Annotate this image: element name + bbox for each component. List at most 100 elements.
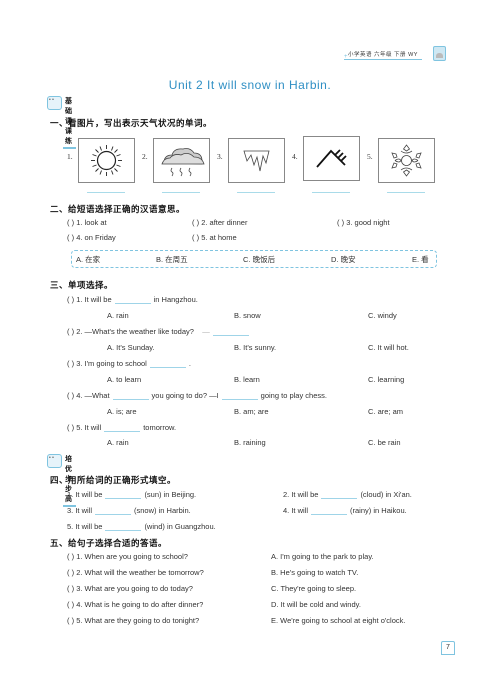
blank[interactable] <box>105 490 142 499</box>
choice: C. learning <box>368 375 405 384</box>
picture-4 <box>303 136 360 181</box>
question: ( ) 5. It will tomorrow. <box>67 423 176 432</box>
picture-1 <box>78 138 135 183</box>
option: C. 晚饭后 <box>243 255 276 264</box>
phrase-text: 4. on Friday <box>76 233 116 242</box>
match-answer: E. We're going to school at eight o'cloc… <box>271 616 406 625</box>
fill-item: 4. It will (rainy) in Haikou. <box>283 506 407 515</box>
choice: C. be rain <box>368 438 401 447</box>
question-text: 1. When are you going to school? <box>76 552 188 561</box>
question-text: 5. It will <box>76 423 102 432</box>
choice: A. rain <box>107 438 129 447</box>
options-box: A. 在家 B. 在周五 C. 晚饭后 D. 晚安 E. 看 <box>71 250 437 268</box>
match-answer: B. He's going to watch TV. <box>271 568 359 577</box>
phrase-item: ( ) 1. look at <box>67 218 107 227</box>
answer-line[interactable] <box>387 192 425 193</box>
picture-5 <box>378 138 435 183</box>
blank[interactable] <box>112 391 149 400</box>
blank[interactable] <box>95 506 132 515</box>
phrase-text: 1. look at <box>76 218 107 227</box>
question-text: 4. What is he going to do after dinner? <box>76 600 204 609</box>
answer-paren[interactable]: ( ) <box>67 359 74 368</box>
phrase-text: 5. at home <box>201 233 237 242</box>
answer-paren[interactable]: ( ) <box>337 218 344 227</box>
choice: C. windy <box>368 311 397 320</box>
answer-line[interactable] <box>162 192 200 193</box>
choice: A. is; are <box>107 407 137 416</box>
fill-text: 5. It will be <box>67 522 103 531</box>
answer-paren[interactable]: ( ) <box>67 568 74 577</box>
choice: A. It's Sunday. <box>107 343 155 352</box>
fill-item: 3. It will (snow) in Harbin. <box>67 506 191 515</box>
answer-paren[interactable]: ( ) <box>67 295 74 304</box>
question-text: 5. What are they going to do tonight? <box>76 616 200 625</box>
answer-paren[interactable]: ( ) <box>67 616 74 625</box>
fill-text: 4. It will <box>283 506 309 515</box>
choice: C. It will hot. <box>368 343 409 352</box>
wind-icon <box>316 149 347 168</box>
section5-title: 五、给句子选择合适的答语。 <box>50 538 168 548</box>
page-number: 7 <box>441 641 455 655</box>
phrase-item: ( ) 4. on Friday <box>67 233 116 242</box>
choice: B. It's sunny. <box>234 343 277 352</box>
choice: B. snow <box>234 311 261 320</box>
option: B. 在周五 <box>156 255 188 264</box>
question-text: 3. What are you going to do today? <box>76 584 193 593</box>
answer-line[interactable] <box>237 192 275 193</box>
answer-paren[interactable]: ( ) <box>67 552 74 561</box>
section1-title: 一、看图片，写出表示天气状况的单词。 <box>50 118 213 128</box>
answer-paren[interactable]: ( ) <box>67 584 74 593</box>
picture-2 <box>153 138 210 183</box>
blank[interactable] <box>221 391 258 400</box>
answer-paren[interactable]: ( ) <box>192 233 199 242</box>
fill-text: (snow) in Harbin. <box>134 506 191 515</box>
match-question: ( ) 4. What is he going to do after dinn… <box>67 600 203 609</box>
answer-paren[interactable]: ( ) <box>192 218 199 227</box>
answer-line[interactable] <box>87 192 125 193</box>
fill-text: (rainy) in Haikou. <box>350 506 407 515</box>
section4-title: 四、用所给词的正确形式填空。 <box>50 475 177 485</box>
rain-cloud-icon <box>161 148 205 177</box>
choice: B. learn <box>234 375 260 384</box>
answer-paren[interactable]: ( ) <box>67 327 74 336</box>
section2-title: 二、给短语选择正确的汉语意思。 <box>50 204 186 214</box>
blank[interactable] <box>311 506 348 515</box>
phrase-item: ( ) 5. at home <box>192 233 237 242</box>
phrase-item: ( ) 2. after dinner <box>192 218 247 227</box>
question-text: 4. —What <box>76 391 110 400</box>
fill-text: (sun) in Beijing. <box>144 490 197 499</box>
answer-paren[interactable]: ( ) <box>67 391 74 400</box>
question-text: tomorrow. <box>143 423 177 432</box>
fill-text: (wind) in Guangzhou. <box>144 522 216 531</box>
choice: B. am; are <box>234 407 269 416</box>
answer-line[interactable] <box>312 192 350 193</box>
option: E. 看 <box>412 255 429 264</box>
choice: A. rain <box>107 311 129 320</box>
answer-paren[interactable]: ( ) <box>67 218 74 227</box>
answer-paren[interactable]: ( ) <box>67 423 74 432</box>
question: ( ) 4. —What you going to do? —I going to … <box>67 391 327 400</box>
answer-paren[interactable]: ( ) <box>67 600 74 609</box>
fill-item: 2. It will be (cloud) in Xi'an. <box>283 490 412 499</box>
mascot-icon <box>433 46 446 61</box>
pic-num: 5. <box>367 152 373 161</box>
blank[interactable] <box>105 522 142 531</box>
question: ( ) 1. It will be in Hangzhou. <box>67 295 198 304</box>
option: D. 晚安 <box>331 255 356 264</box>
fill-text: 1. It will be <box>67 490 103 499</box>
match-question: ( ) 3. What are you going to do today? <box>67 584 193 593</box>
pic-num: 3. <box>217 152 223 161</box>
match-answer: D. It will be cold and windy. <box>271 600 361 609</box>
blank[interactable] <box>114 295 151 304</box>
blank[interactable] <box>149 359 186 368</box>
answer-paren[interactable]: ( ) <box>67 233 74 242</box>
blank[interactable] <box>104 423 141 432</box>
blank[interactable] <box>212 327 249 336</box>
question-text: 2. What will the weather be tomorrow? <box>76 568 204 577</box>
blank[interactable] <box>321 490 358 499</box>
picture-3 <box>228 138 285 183</box>
option: A. 在家 <box>76 255 101 264</box>
fill-text: 3. It will <box>67 506 93 515</box>
question-text: . <box>188 359 191 368</box>
question: ( ) 2. —What's the weather like today? — <box>67 327 252 336</box>
